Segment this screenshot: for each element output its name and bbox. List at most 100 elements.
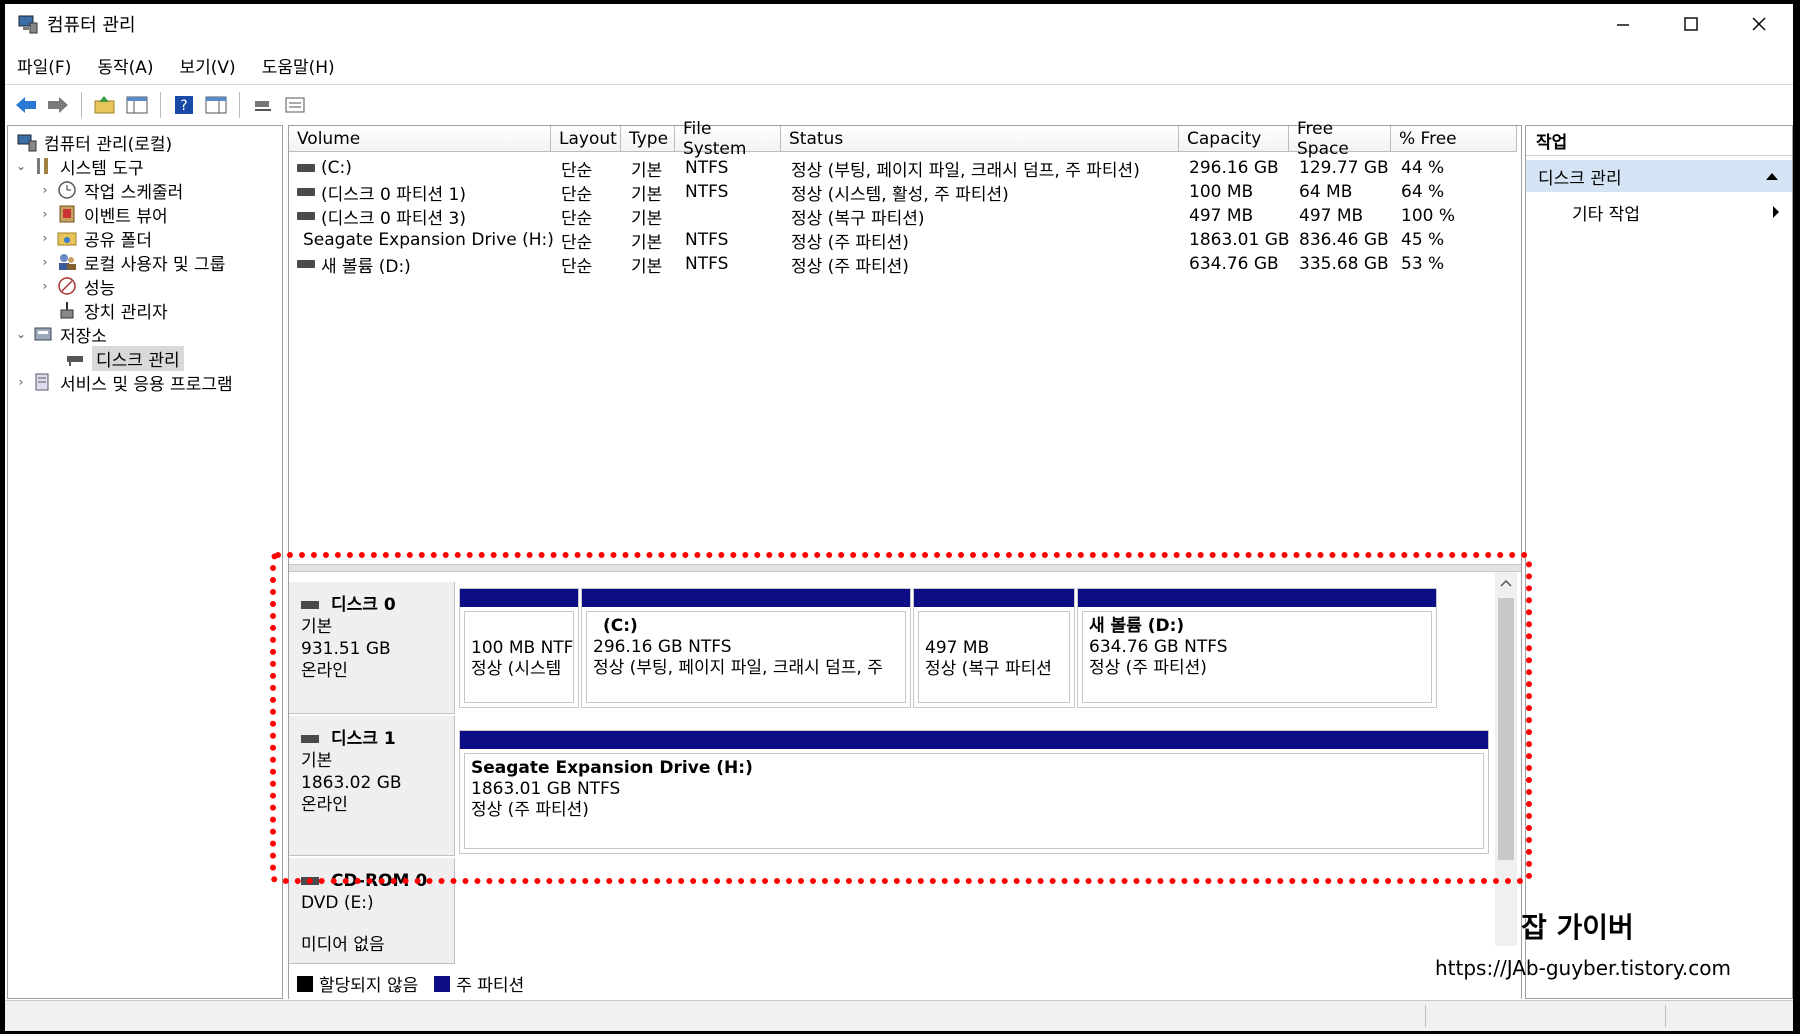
chevron-right-icon[interactable]: › — [38, 183, 52, 197]
actions-section-label: 디스크 관리 — [1538, 168, 1622, 189]
volume-name: (디스크 0 파티션 1) — [321, 184, 466, 205]
maximize-button[interactable] — [1657, 4, 1725, 44]
volume-percent-free: 44 % — [1401, 158, 1445, 178]
volume-capacity: 1863.01 GB — [1189, 230, 1290, 250]
column-header-status[interactable]: Status — [781, 126, 1179, 152]
volume-list-header: Volume Layout Type File System Status Ca… — [289, 119, 1521, 159]
tree-item-device-manager[interactable]: 장치 관리자 — [52, 298, 168, 323]
chevron-right-icon[interactable]: › — [38, 231, 52, 245]
tree-item-task-scheduler[interactable]: › 작업 스케줄러 — [38, 178, 184, 203]
column-header-volume[interactable]: Volume — [289, 126, 551, 152]
actions-section-disk-management[interactable]: 디스크 관리 — [1526, 160, 1792, 192]
tree-item-disk-management[interactable]: 디스크 관리 — [60, 345, 184, 371]
tree-label: 서비스 및 응용 프로그램 — [60, 374, 233, 395]
tree-label: 저장소 — [60, 326, 107, 347]
volume-capacity: 100 MB — [1189, 182, 1254, 202]
drive-icon — [297, 188, 315, 196]
column-header-type[interactable]: Type — [621, 126, 675, 152]
show-hide-tree-button[interactable] — [124, 92, 150, 118]
legend: 할당되지 않음 주 파티션 — [297, 971, 524, 996]
toolbar-separator — [81, 91, 82, 118]
disk-state: 미디어 없음 — [301, 935, 385, 955]
volume-free: 335.68 GB — [1299, 254, 1389, 274]
chevron-right-icon[interactable]: › — [38, 255, 52, 269]
show-action-pane-button[interactable] — [203, 92, 229, 118]
forward-button[interactable] — [45, 92, 71, 118]
volume-row[interactable]: (디스크 0 파티션 1) 단순 기본 NTFS 정상 (시스템, 활성, 주 … — [289, 180, 1521, 204]
minimize-button[interactable] — [1589, 4, 1657, 44]
actions-more-actions[interactable]: 기타 작업 — [1526, 198, 1792, 226]
disk-management-icon — [64, 347, 86, 369]
chevron-down-icon[interactable]: ⌄ — [14, 159, 28, 173]
volume-name: (디스크 0 파티션 3) — [321, 208, 466, 229]
volume-row[interactable]: (디스크 0 파티션 3) 단순 기본 정상 (복구 파티션) 497 MB 4… — [289, 204, 1521, 228]
tree-label: 이벤트 뷰어 — [84, 206, 168, 227]
volume-layout: 단순 — [561, 232, 593, 253]
column-header-free-space[interactable]: Free Space — [1289, 119, 1391, 159]
folder-up-icon — [94, 95, 115, 113]
volume-status: 정상 (주 파티션) — [791, 256, 909, 277]
menu-file[interactable]: 파일(F) — [17, 53, 71, 78]
menu-action[interactable]: 동작(A) — [97, 53, 153, 78]
collapse-up-icon[interactable] — [1766, 172, 1778, 180]
chevron-down-icon[interactable]: ⌄ — [14, 327, 28, 341]
chevron-right-icon[interactable]: › — [38, 207, 52, 221]
back-button[interactable] — [13, 92, 39, 118]
column-header-layout[interactable]: Layout — [551, 126, 621, 152]
column-header-percent-free[interactable]: % Free — [1391, 126, 1517, 152]
legend-primary-label: 주 파티션 — [456, 976, 525, 996]
shared-folder-icon — [56, 227, 78, 249]
volume-layout: 단순 — [561, 160, 593, 181]
help-button[interactable]: ? — [171, 92, 197, 118]
services-icon — [32, 371, 54, 393]
status-bar — [5, 1000, 1793, 1031]
volume-status: 정상 (복구 파티션) — [791, 208, 925, 229]
volume-percent-free: 45 % — [1401, 230, 1445, 250]
menu-bar: 파일(F) 동작(A) 보기(V) 도움말(H) — [5, 48, 361, 82]
volume-percent-free: 64 % — [1401, 182, 1445, 202]
tree-item-system-tools[interactable]: ⌄ 시스템 도구 — [14, 154, 144, 179]
tree-item-local-users[interactable]: › 로컬 사용자 및 그룹 — [38, 250, 226, 275]
tree-item-root[interactable]: 컴퓨터 관리(로컬) — [12, 130, 172, 155]
svg-text:?: ? — [180, 98, 187, 114]
up-folder-button[interactable] — [92, 92, 118, 118]
action-pane-icon — [205, 96, 227, 113]
column-header-capacity[interactable]: Capacity — [1179, 126, 1289, 152]
tree-item-event-viewer[interactable]: › 이벤트 뷰어 — [38, 202, 168, 227]
volume-type: 기본 — [631, 160, 663, 181]
tree-item-shared-folders[interactable]: › 공유 폴더 — [38, 226, 152, 251]
tree-label: 작업 스케줄러 — [84, 182, 184, 203]
volume-status: 정상 (시스템, 활성, 주 파티션) — [791, 184, 1009, 205]
volume-row[interactable]: Seagate Expansion Drive (H:) 단순 기본 NTFS … — [289, 228, 1521, 252]
tree-item-performance[interactable]: › 성능 — [38, 274, 115, 299]
submenu-arrow-icon — [1773, 206, 1779, 218]
chevron-right-icon[interactable]: › — [38, 279, 52, 293]
volume-capacity: 296.16 GB — [1189, 158, 1279, 178]
close-button[interactable] — [1725, 4, 1793, 44]
volume-percent-free: 53 % — [1401, 254, 1445, 274]
properties-button[interactable] — [282, 92, 308, 118]
volume-capacity: 634.76 GB — [1189, 254, 1279, 274]
tree-label: 로컬 사용자 및 그룹 — [84, 254, 226, 275]
tree-item-services[interactable]: › 서비스 및 응용 프로그램 — [14, 370, 233, 395]
computer-management-icon — [18, 15, 38, 34]
volume-row[interactable]: (C:) 단순 기본 NTFS 정상 (부팅, 페이지 파일, 크래시 덤프, … — [289, 156, 1521, 180]
volume-layout: 단순 — [561, 208, 593, 229]
watermark-title: 잡 가이버 — [1521, 911, 1634, 944]
volume-percent-free: 100 % — [1401, 206, 1456, 226]
menu-view[interactable]: 보기(V) — [180, 53, 236, 78]
menu-help[interactable]: 도움말(H) — [262, 53, 335, 78]
chevron-right-icon[interactable]: › — [14, 375, 28, 389]
properties-icon — [285, 97, 305, 112]
highlight-annotation — [270, 552, 1532, 884]
connect-button[interactable] — [250, 92, 276, 118]
volume-row[interactable]: 새 볼륨 (D:) 단순 기본 NTFS 정상 (주 파티션) 634.76 G… — [289, 252, 1521, 276]
tree-label-selected: 디스크 관리 — [92, 345, 184, 371]
device-manager-icon — [56, 299, 78, 321]
tree-item-storage[interactable]: ⌄ 저장소 — [14, 322, 107, 347]
legend-primary-swatch — [434, 975, 451, 992]
column-header-file-system[interactable]: File System — [675, 119, 781, 159]
volume-status: 정상 (주 파티션) — [791, 232, 909, 253]
forward-arrow-icon — [48, 96, 68, 113]
status-divider — [1665, 1005, 1666, 1027]
